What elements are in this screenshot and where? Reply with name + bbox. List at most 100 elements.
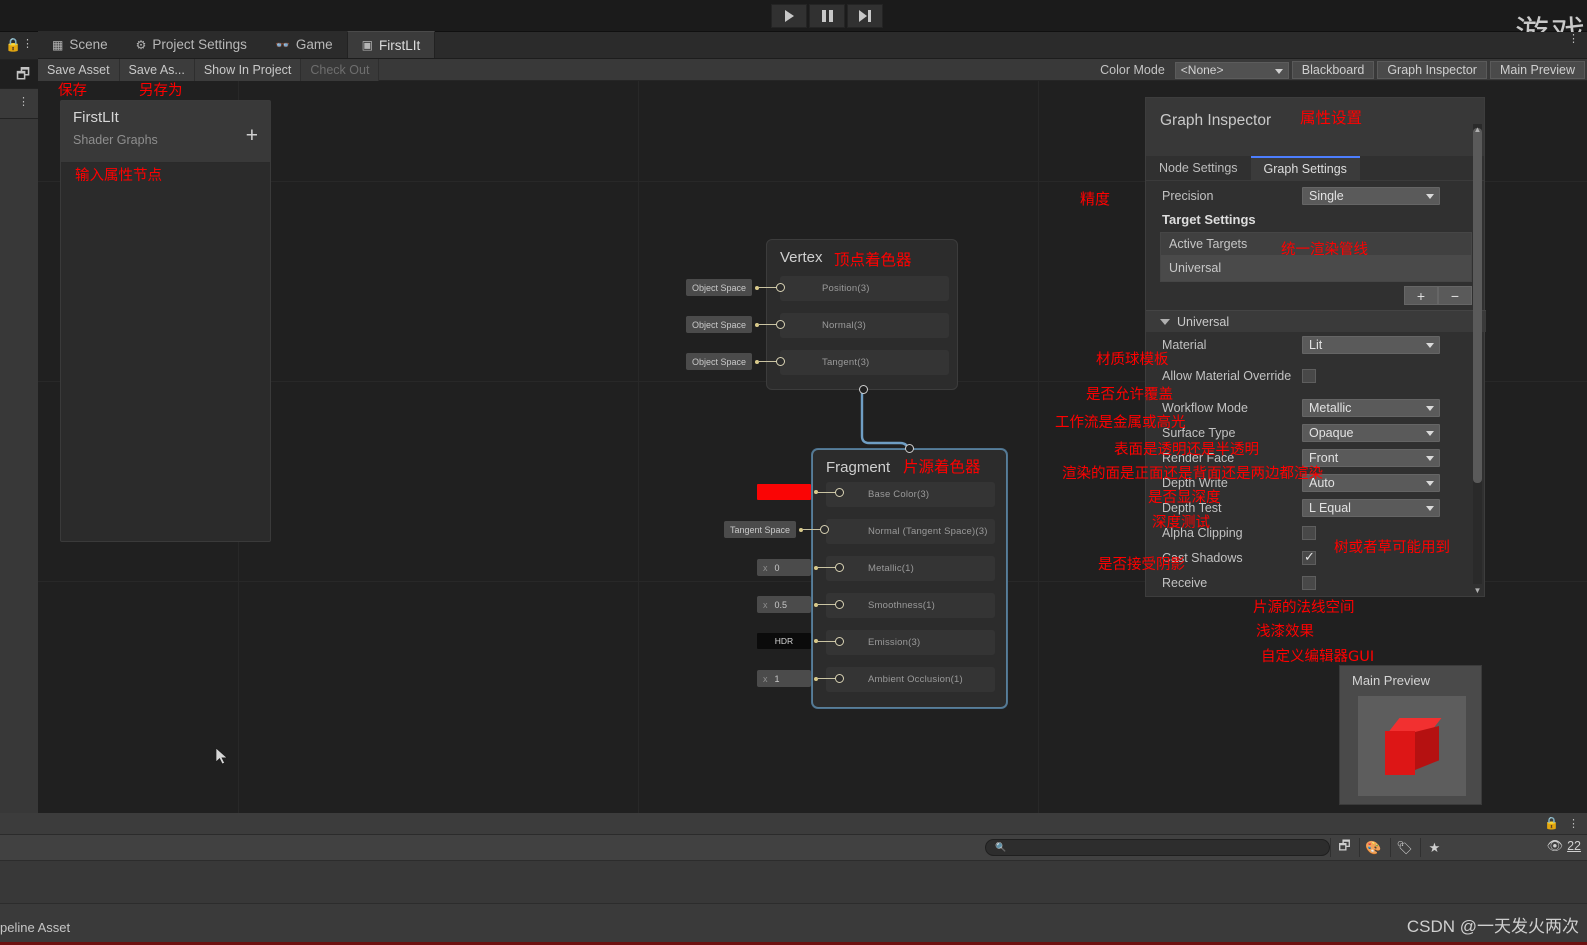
- fragment-port-emission[interactable]: Emission(3): [826, 630, 995, 655]
- star-icon[interactable]: ★: [1420, 838, 1448, 857]
- fragment-port-smoothness[interactable]: Smoothness(1): [826, 593, 995, 618]
- port-ring-icon[interactable]: [835, 487, 844, 497]
- remove-target-button[interactable]: −: [1438, 286, 1472, 305]
- open-icon[interactable]: 🗗: [1330, 838, 1358, 857]
- fragment-port-metallic[interactable]: Metallic(1): [826, 556, 995, 581]
- port-ring-icon[interactable]: [835, 636, 844, 646]
- receive-shadows-checkbox[interactable]: [1302, 575, 1316, 590]
- precision-dropdown[interactable]: Single: [1302, 186, 1440, 205]
- vertex-port-position[interactable]: Position(3): [780, 276, 949, 301]
- port-ring-icon[interactable]: [776, 283, 786, 292]
- annotation-2: 输入属性节点: [75, 168, 162, 184]
- fragment-input-metallic[interactable]: x0: [757, 559, 844, 576]
- alpha-clipping-checkbox[interactable]: [1302, 525, 1316, 540]
- preview-cube: [1385, 718, 1443, 776]
- add-property-button[interactable]: +: [246, 125, 258, 146]
- depth-test-dropdown[interactable]: L Equal: [1302, 498, 1440, 517]
- main-preview-panel[interactable]: Main Preview: [1339, 665, 1482, 805]
- vertex-port-tangent[interactable]: Tangent(3): [780, 350, 949, 375]
- smoothness-value: 0.5: [774, 599, 788, 610]
- step-button[interactable]: [847, 4, 883, 28]
- port-ring-icon[interactable]: [835, 600, 844, 609]
- search-input[interactable]: 🔍: [985, 839, 1330, 856]
- lock-icon[interactable]: 🔒: [1544, 816, 1559, 830]
- vertex-input-normal[interactable]: Object Space: [686, 316, 786, 333]
- graph-inspector-toggle[interactable]: Graph Inspector: [1377, 61, 1487, 79]
- inspector-scrollbar-thumb[interactable]: [1473, 128, 1482, 483]
- add-target-button[interactable]: +: [1404, 286, 1438, 305]
- port-ring-icon[interactable]: [835, 674, 844, 683]
- vertex-input-tangent-chip: Object Space: [686, 353, 753, 370]
- tab-project-settings[interactable]: ⚙ Project Settings: [121, 31, 261, 58]
- pipeline-asset-label: peline Asset: [0, 920, 71, 935]
- port-ring-icon[interactable]: [820, 525, 830, 534]
- fragment-input-normal[interactable]: Tangent Space: [724, 521, 830, 538]
- tabstrip-menu-icon[interactable]: ⋮: [1568, 34, 1579, 45]
- surface-type-value: Opaque: [1309, 425, 1354, 440]
- precision-row: Precision Single: [1146, 183, 1486, 208]
- metallic-value-field[interactable]: x0: [757, 559, 811, 576]
- main-preview-viewport[interactable]: [1358, 696, 1466, 796]
- lock-icon[interactable]: 🔒: [5, 37, 21, 53]
- fragment-port-ambient-occlusion[interactable]: Ambient Occlusion(1): [826, 667, 995, 692]
- vertex-node-anchor[interactable]: [859, 385, 868, 394]
- fragment-input-base-color[interactable]: [757, 484, 844, 500]
- chevron-down-icon: [1426, 480, 1434, 486]
- material-dropdown[interactable]: Lit: [1302, 335, 1440, 354]
- play-button[interactable]: [771, 4, 807, 28]
- port-ring-icon[interactable]: [835, 563, 844, 572]
- vertex-port-normal[interactable]: Normal(3): [780, 313, 949, 338]
- port-ring-icon[interactable]: [776, 357, 786, 366]
- surface-type-dropdown[interactable]: Opaque: [1302, 423, 1440, 442]
- popout-icon[interactable]: 🗗: [16, 64, 30, 89]
- workflow-mode-dropdown[interactable]: Metallic: [1302, 398, 1440, 417]
- annotation-16: 是否接受阴影: [1098, 557, 1185, 573]
- allow-material-override-checkbox[interactable]: [1302, 369, 1316, 383]
- port-ring-icon[interactable]: [776, 320, 786, 329]
- chevron-down-icon: [1426, 405, 1434, 411]
- tab-firstlit[interactable]: ▣ FirstLIt: [346, 31, 436, 58]
- base-color-swatch[interactable]: [757, 484, 811, 500]
- project-panel-body[interactable]: [0, 861, 1587, 903]
- blackboard-toggle[interactable]: Blackboard: [1291, 61, 1375, 79]
- show-in-project-button[interactable]: Show In Project: [194, 58, 302, 81]
- tab-graph-settings[interactable]: Graph Settings: [1250, 156, 1360, 180]
- tag-icon[interactable]: 🏷: [1390, 838, 1418, 857]
- fragment-input-smoothness[interactable]: x 0.5: [757, 596, 844, 613]
- precision-value: Single: [1309, 188, 1344, 203]
- rail-options-icon[interactable]: ⋮: [18, 97, 29, 108]
- fragment-node-anchor[interactable]: [905, 444, 914, 453]
- fragment-input-ambient-occlusion[interactable]: x1: [757, 670, 844, 687]
- smoothness-value-field[interactable]: x 0.5: [757, 596, 811, 613]
- save-as-button[interactable]: Save As...: [119, 58, 195, 81]
- ao-value-field[interactable]: x1: [757, 670, 811, 687]
- universal-foldout[interactable]: Universal: [1146, 310, 1486, 332]
- cast-shadows-checkbox[interactable]: [1302, 549, 1316, 565]
- hidden-items-count[interactable]: 👁 22: [1547, 838, 1581, 854]
- save-asset-button[interactable]: Save Asset: [38, 58, 120, 81]
- project-panel-menu-icon[interactable]: ⋮: [1568, 817, 1579, 830]
- scroll-up-icon[interactable]: ▲: [1473, 124, 1482, 135]
- chevron-down-icon: [1160, 318, 1170, 325]
- rail-menu-icon[interactable]: ⋮: [22, 39, 33, 50]
- project-panel-strip-icons: 🔒 ⋮: [1544, 816, 1579, 830]
- fragment-port-base-color[interactable]: Base Color(3): [826, 482, 995, 507]
- vertex-input-tangent[interactable]: Object Space: [686, 353, 786, 370]
- receive-shadows-label: Receive: [1162, 575, 1208, 590]
- tab-game[interactable]: 👓 Game: [260, 31, 347, 58]
- color-mode-dropdown[interactable]: <None>: [1174, 61, 1289, 79]
- blackboard-subtitle: Shader Graphs: [73, 133, 158, 147]
- pause-button[interactable]: [809, 4, 845, 28]
- paint-icon[interactable]: 🎨: [1359, 838, 1387, 857]
- vertex-input-position[interactable]: Object Space: [686, 279, 786, 296]
- main-preview-toggle[interactable]: Main Preview: [1489, 61, 1585, 79]
- fragment-port-normal[interactable]: Normal (Tangent Space)(3): [826, 519, 995, 544]
- search-field[interactable]: [1006, 841, 1307, 854]
- tab-scene[interactable]: ▦ Scene: [38, 31, 122, 58]
- fragment-input-emission[interactable]: HDR: [757, 633, 844, 649]
- scroll-down-icon[interactable]: ▼: [1473, 585, 1482, 596]
- tab-node-settings[interactable]: Node Settings: [1146, 156, 1251, 180]
- fragment-port-normal-label: Normal (Tangent Space)(3): [868, 526, 988, 537]
- allow-material-override-label: Allow Material Override: [1162, 369, 1292, 383]
- emission-hdr-field[interactable]: HDR: [757, 633, 811, 649]
